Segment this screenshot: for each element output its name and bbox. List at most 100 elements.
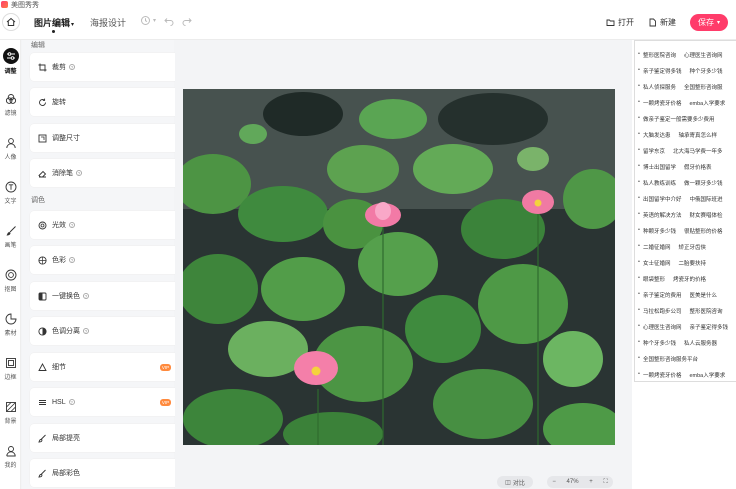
list-item: • 二婚征婚网 矫正牙齿侠 <box>638 243 706 251</box>
compare-button[interactable]: ◫ 对比 <box>497 476 533 488</box>
canvas-area: ◫ 对比 − 47% + ⛶ <box>175 40 625 489</box>
save-button[interactable]: 保存 ▾ <box>690 14 728 31</box>
option-eraser[interactable]: 消除笔 ? ⌄ <box>30 159 191 187</box>
help-icon[interactable]: ? <box>69 222 75 228</box>
fit-screen-icon[interactable]: ⛶ <box>603 479 607 486</box>
ad-link[interactable]: 马拉松跑步公司 <box>643 307 682 315</box>
help-icon[interactable]: ? <box>83 293 89 299</box>
nav-item-portrait[interactable]: 人像 <box>0 136 21 161</box>
nav-item-mine[interactable]: 我的 <box>0 444 21 469</box>
ad-link[interactable]: 博士出国留学 <box>643 163 676 171</box>
nav-item-frame[interactable]: 边框 <box>0 356 21 381</box>
ad-link[interactable]: 亲子鉴定的费用 <box>643 291 682 299</box>
ad-link[interactable]: 英语的解决方法 <box>643 211 682 219</box>
user-icon <box>4 444 18 458</box>
ad-link[interactable]: 二胎要扶持 <box>678 259 706 267</box>
open-button[interactable]: 打开 <box>606 17 634 28</box>
recolor-icon <box>37 291 47 301</box>
help-icon[interactable]: ? <box>68 399 75 405</box>
option-rotate[interactable]: 旋转 ⌄ <box>30 88 191 116</box>
ad-link[interactable]: 亲子鉴定得多钱 <box>689 323 728 331</box>
ad-link[interactable]: 私人侦探服务 <box>643 83 676 91</box>
nav-item-label: 抠图 <box>4 287 17 293</box>
ad-link[interactable]: 全国整形咨询服务平台 <box>643 355 698 363</box>
ad-link[interactable]: 轴承寄真怎么样 <box>678 131 717 139</box>
ad-link[interactable]: emba入学要求 <box>689 99 725 107</box>
ad-link[interactable]: 整形医院咨询 <box>689 307 722 315</box>
ad-link[interactable]: 北大海马学费一年多 <box>673 147 723 155</box>
ad-link[interactable]: 亲子鉴定得多钱 <box>643 67 682 75</box>
ad-link[interactable]: 矫正牙齿侠 <box>678 243 706 251</box>
help-icon[interactable]: ? <box>69 257 75 263</box>
ad-link[interactable]: emba入学要求 <box>689 371 725 379</box>
ad-link[interactable]: 全国整形咨询服 <box>684 83 723 91</box>
list-item: • 整形医院咨询 心理医生咨询网 <box>638 51 723 59</box>
ad-link[interactable]: 眼袋整形 <box>643 275 665 283</box>
ad-link[interactable]: 大脑发达患 <box>643 131 671 139</box>
option-local-brighten[interactable]: 局部提亮 ⌄ <box>30 424 191 452</box>
help-icon[interactable]: ? <box>69 64 75 70</box>
redo-icon[interactable] <box>182 16 192 26</box>
zoom-in-button[interactable]: + <box>589 479 593 485</box>
section-title-color: 调色 <box>31 197 45 204</box>
ad-link[interactable]: 做一颗牙多少钱 <box>684 179 723 187</box>
option-label: HSL <box>52 398 66 406</box>
ad-link[interactable]: 种个牙多少钱 <box>643 339 676 347</box>
nav-item-sticker[interactable]: 素材 <box>0 312 21 337</box>
nav-item-cutout[interactable]: 抠图 <box>0 268 21 293</box>
ad-link[interactable]: 做亲子鉴定一般需要多少费用 <box>643 115 715 123</box>
history-icon[interactable] <box>140 15 151 26</box>
undo-icon[interactable] <box>164 16 174 26</box>
ad-link[interactable]: 中俄国际班进 <box>689 195 722 203</box>
ad-link[interactable]: 种个牙多少钱 <box>689 67 722 75</box>
ad-link[interactable]: 医美是什么 <box>689 291 717 299</box>
ad-link[interactable]: 私人云服务器 <box>684 339 717 347</box>
ad-link[interactable]: 女士征婚网 <box>643 259 671 267</box>
option-label: 色调分离 <box>52 328 80 335</box>
list-item: • 种个牙多少钱 私人云服务器 <box>638 339 717 347</box>
tab-image-edit[interactable]: 图片编辑▾ <box>34 16 74 29</box>
ad-link[interactable]: 心理医生咨询网 <box>684 51 723 59</box>
zoom-out-button[interactable]: − <box>552 479 556 485</box>
option-detail[interactable]: 细节 VIP ⌄ <box>30 353 191 381</box>
ad-link[interactable]: 烤瓷牙的价格 <box>673 275 706 283</box>
right-side-panel: • 整形医院咨询 心理医生咨询网 • 亲子鉴定得多钱 种个牙多少钱 • 私人侦探服务 全国整… <box>632 40 736 489</box>
resize-icon <box>37 133 47 143</box>
option-crop[interactable]: 裁剪 ? ⌄ <box>30 53 191 81</box>
ad-link[interactable]: 很贴整形的价格 <box>684 227 723 235</box>
ad-link[interactable]: 一颗烤瓷牙价格 <box>643 99 682 107</box>
ad-link[interactable]: 心理医生咨询网 <box>643 323 682 331</box>
ad-link[interactable]: 出国留学中介好 <box>643 195 682 203</box>
ad-link[interactable]: 整形医院咨询 <box>643 51 676 59</box>
option-label: 细节 <box>52 364 66 371</box>
option-light[interactable]: 光效 ? ⌄ <box>30 211 191 239</box>
option-split-tone[interactable]: 色调分离 ? ⌄ <box>30 317 191 345</box>
nav-item-filter[interactable]: 滤镜 <box>0 92 21 117</box>
list-item: • 一颗烤瓷牙价格 emba入学要求 <box>638 99 726 107</box>
history-dropdown-icon[interactable]: ▾ <box>153 17 156 24</box>
ad-link[interactable]: 留学东京 <box>643 147 665 155</box>
nav-item-background[interactable]: 背景 <box>0 400 21 425</box>
nav-item-text[interactable]: 文字 <box>0 180 21 205</box>
ad-link[interactable]: 私人教练训练 <box>643 179 676 187</box>
nav-item-adjust[interactable]: 调整 <box>0 48 21 75</box>
ad-link[interactable]: 财女赛唱体检 <box>689 211 722 219</box>
ad-link[interactable]: 假牙价格表 <box>684 163 712 171</box>
nav-item-brush[interactable]: 画笔 <box>0 224 21 249</box>
new-button[interactable]: 新建 <box>648 17 676 28</box>
help-icon[interactable]: ? <box>83 328 89 334</box>
option-recolor[interactable]: 一键换色 ? ⌄ <box>30 282 191 310</box>
ad-link[interactable]: 一颗烤瓷牙价格 <box>643 371 682 379</box>
lotus-photo[interactable] <box>183 89 615 445</box>
help-icon[interactable]: ? <box>76 170 82 176</box>
list-item: • 私人侦探服务 全国整形咨询服 <box>638 83 723 91</box>
ad-link[interactable]: 二婚征婚网 <box>643 243 671 251</box>
option-hsl[interactable]: HSL ? VIP ⌄ <box>30 388 191 416</box>
option-resize[interactable]: 调整尺寸 ⌄ <box>30 124 191 152</box>
tab-poster-design[interactable]: 海报设计 <box>90 16 126 29</box>
home-button[interactable] <box>2 13 20 31</box>
ad-link[interactable]: 种颗牙多少钱 <box>643 227 676 235</box>
option-local-color[interactable]: 局部彩色 ⌄ <box>30 459 191 487</box>
option-color[interactable]: 色彩 ? ⌄ <box>30 246 191 274</box>
nav-item-label: 调整 <box>4 69 17 75</box>
